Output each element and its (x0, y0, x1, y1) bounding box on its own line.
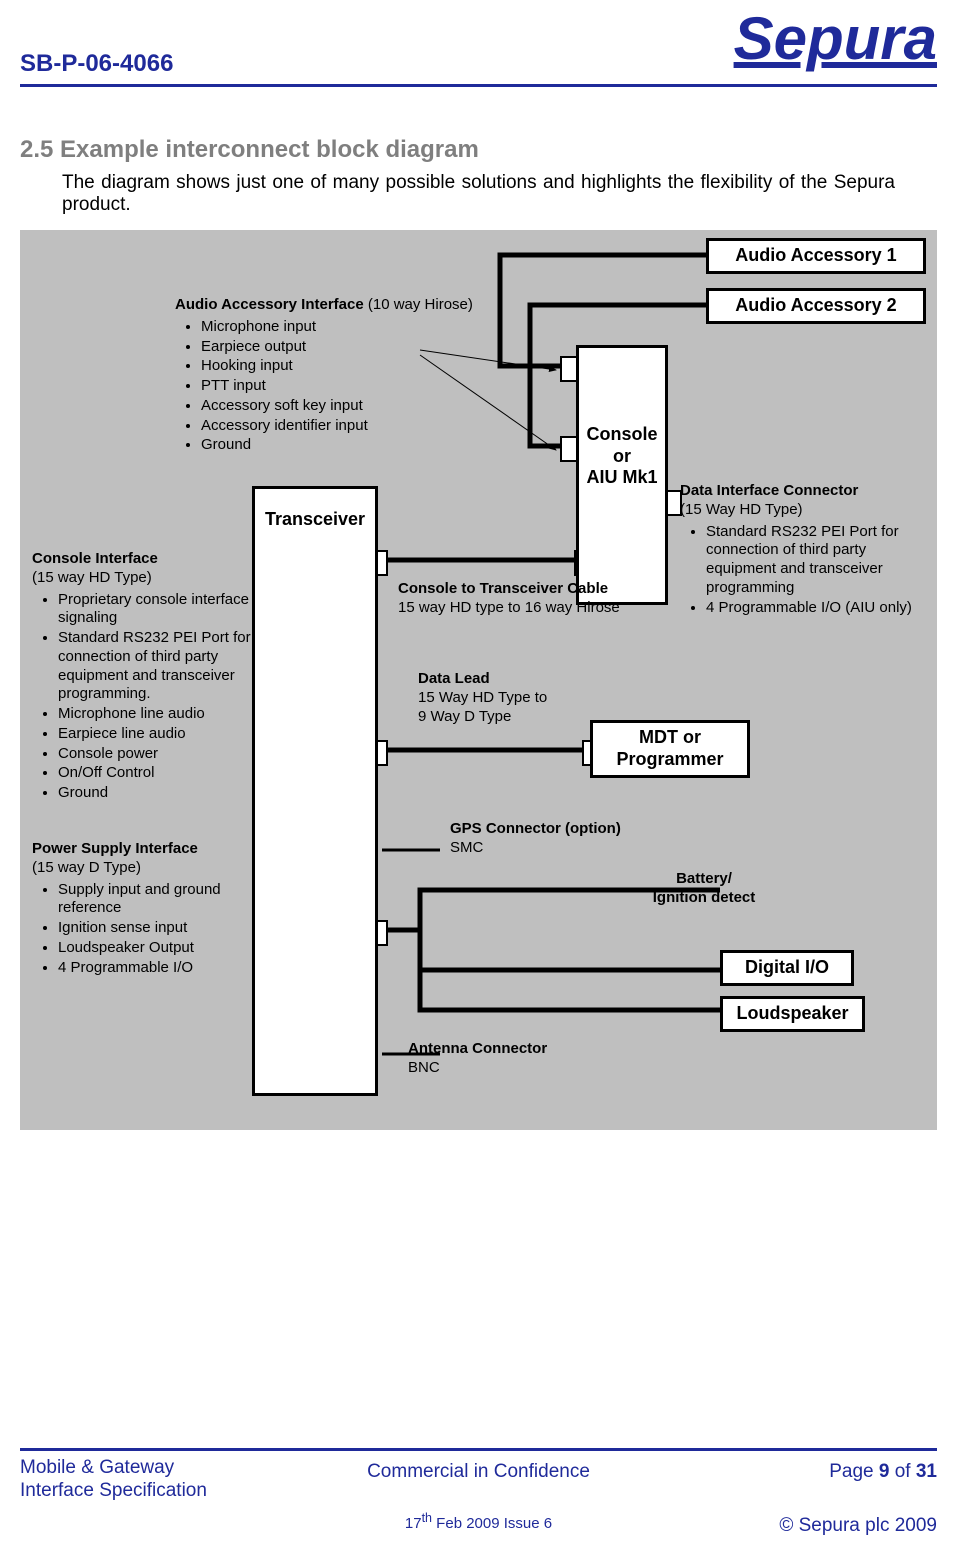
document-number: SB-P-06-4066 (20, 18, 173, 84)
footer-confidentiality: Commercial in Confidence (20, 1461, 937, 1483)
label-console-transceiver-cable: Console to Transceiver Cable 15 way HD t… (398, 580, 668, 618)
section-title: 2.5 Example interconnect block diagram (20, 136, 479, 164)
label-audio-accessory-interface: Audio Accessory Interface (10 way Hirose… (175, 296, 475, 456)
label-data-interface-connector: Data Interface Connector (15 Way HD Type… (680, 482, 920, 618)
label-console-interface: Console Interface (15 way HD Type) Propr… (32, 550, 292, 804)
block-digital-io: Digital I/O (720, 950, 854, 986)
block-audio-accessory-1: Audio Accessory 1 (706, 238, 926, 274)
footer-page-number: Page 9 of 31 (829, 1461, 937, 1483)
footer-copyright: © Sepura plc 2009 (779, 1515, 937, 1537)
label-power-supply-interface: Power Supply Interface (15 way D Type) S… (32, 840, 262, 978)
intro-text: The diagram shows just one of many possi… (62, 172, 895, 216)
label-gps-connector: GPS Connector (option) SMC (450, 820, 700, 858)
block-audio-accessory-2: Audio Accessory 2 (706, 288, 926, 324)
page-header: SB-P-06-4066 Sepura (20, 18, 937, 87)
label-battery-ignition: Battery/ Ignition detect (624, 870, 784, 908)
label-data-lead: Data Lead 15 Way HD Type to 9 Way D Type (418, 670, 618, 726)
block-mdt-programmer: MDT or Programmer (590, 720, 750, 778)
block-console-aiu: Console or AIU Mk1 (576, 345, 668, 605)
brand-logo: Sepura (734, 4, 937, 73)
block-diagram: Audio Accessory 1 Audio Accessory 2 Cons… (20, 230, 937, 1130)
block-loudspeaker: Loudspeaker (720, 996, 865, 1032)
label-antenna-connector: Antenna Connector BNC (408, 1040, 628, 1078)
page-footer: Mobile & Gateway Interface Specification… (20, 1448, 937, 1541)
